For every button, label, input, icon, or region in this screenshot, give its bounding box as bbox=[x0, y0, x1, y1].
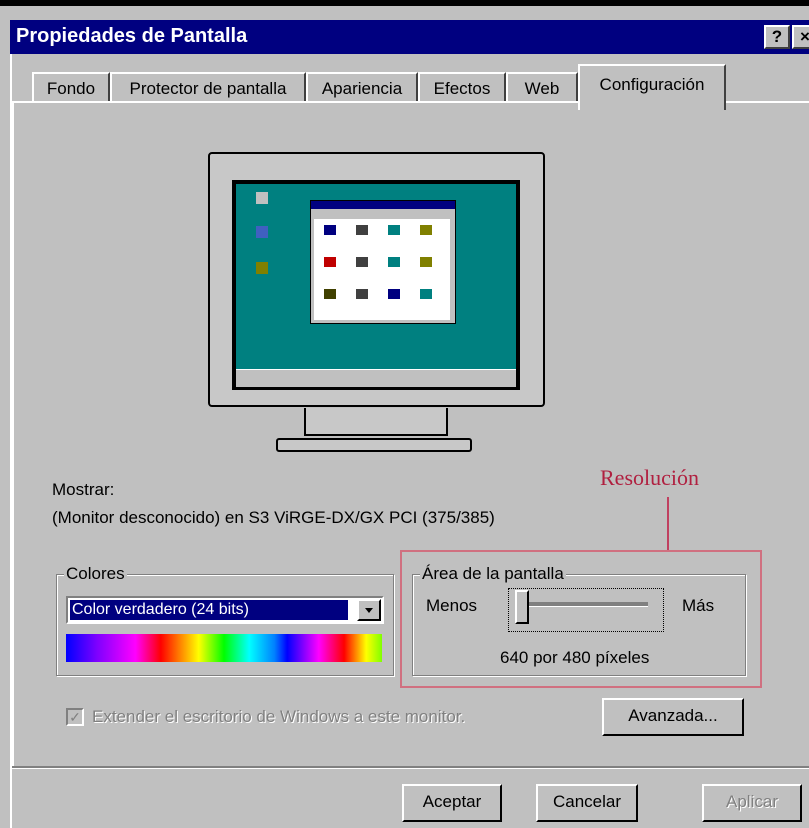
extend-desktop-checkbox[interactable]: ✓ bbox=[66, 708, 84, 726]
apply-button[interactable]: Aplicar bbox=[702, 784, 802, 822]
monitor-neck bbox=[304, 408, 448, 436]
preview-icon bbox=[356, 289, 368, 299]
resolution-annotation: Resolución bbox=[600, 465, 699, 490]
resolution-slider[interactable] bbox=[508, 588, 664, 632]
resolution-min-label: Menos bbox=[426, 596, 478, 615]
resolution-value: 640 por 480 píxeles bbox=[500, 648, 650, 667]
preview-window-body bbox=[314, 219, 450, 320]
preview-taskbar bbox=[236, 369, 516, 387]
my-computer-icon bbox=[256, 192, 268, 204]
cancel-button[interactable]: Cancelar bbox=[536, 784, 638, 822]
preview-icon bbox=[324, 257, 336, 267]
resolution-slider-thumb[interactable] bbox=[515, 590, 529, 624]
display-label: Mostrar: bbox=[52, 480, 115, 499]
preview-icon bbox=[388, 257, 400, 267]
annotation-pointer-line bbox=[667, 497, 669, 550]
monitor-stand bbox=[276, 438, 472, 452]
recycle-bin-icon bbox=[256, 262, 268, 274]
bottom-separator bbox=[12, 766, 809, 769]
preview-icon bbox=[420, 257, 432, 267]
preview-icon bbox=[388, 289, 400, 299]
colors-group-label: Colores bbox=[64, 564, 127, 584]
preview-icon bbox=[324, 289, 336, 299]
preview-icon bbox=[388, 225, 400, 235]
screen-area-group-label: Área de la pantalla bbox=[420, 564, 566, 584]
extend-desktop-label: Extender el escritorio de Windows a este… bbox=[92, 707, 466, 726]
top-border bbox=[0, 0, 809, 6]
resolution-slider-track bbox=[520, 602, 648, 607]
display-device-name: (Monitor desconocido) en S3 ViRGE-DX/GX … bbox=[52, 508, 495, 527]
advanced-button[interactable]: Avanzada... bbox=[602, 698, 744, 736]
chevron-down-icon bbox=[365, 608, 373, 613]
display-properties-window: Propiedades de Pantalla ? × Fondo Protec… bbox=[0, 0, 809, 828]
color-depth-select[interactable]: Color verdadero (24 bits) bbox=[66, 596, 384, 624]
network-icon bbox=[256, 226, 268, 238]
color-depth-dropdown-button[interactable] bbox=[357, 599, 381, 621]
color-spectrum-bar bbox=[66, 634, 382, 662]
preview-icon bbox=[324, 225, 336, 235]
help-button[interactable]: ? bbox=[764, 25, 790, 49]
color-depth-value: Color verdadero (24 bits) bbox=[70, 600, 348, 620]
close-button[interactable]: × bbox=[792, 25, 809, 49]
preview-window bbox=[310, 200, 456, 324]
ok-button[interactable]: Aceptar bbox=[402, 784, 502, 822]
preview-icon bbox=[420, 289, 432, 299]
resolution-max-label: Más bbox=[682, 596, 715, 615]
title-bar: Propiedades de Pantalla ? × bbox=[10, 20, 809, 54]
preview-icon bbox=[356, 257, 368, 267]
preview-window-titlebar bbox=[311, 201, 455, 209]
tab-configuracion[interactable]: Configuración bbox=[578, 64, 726, 110]
preview-icon bbox=[420, 225, 432, 235]
window-title: Propiedades de Pantalla bbox=[16, 25, 248, 47]
preview-icon bbox=[356, 225, 368, 235]
